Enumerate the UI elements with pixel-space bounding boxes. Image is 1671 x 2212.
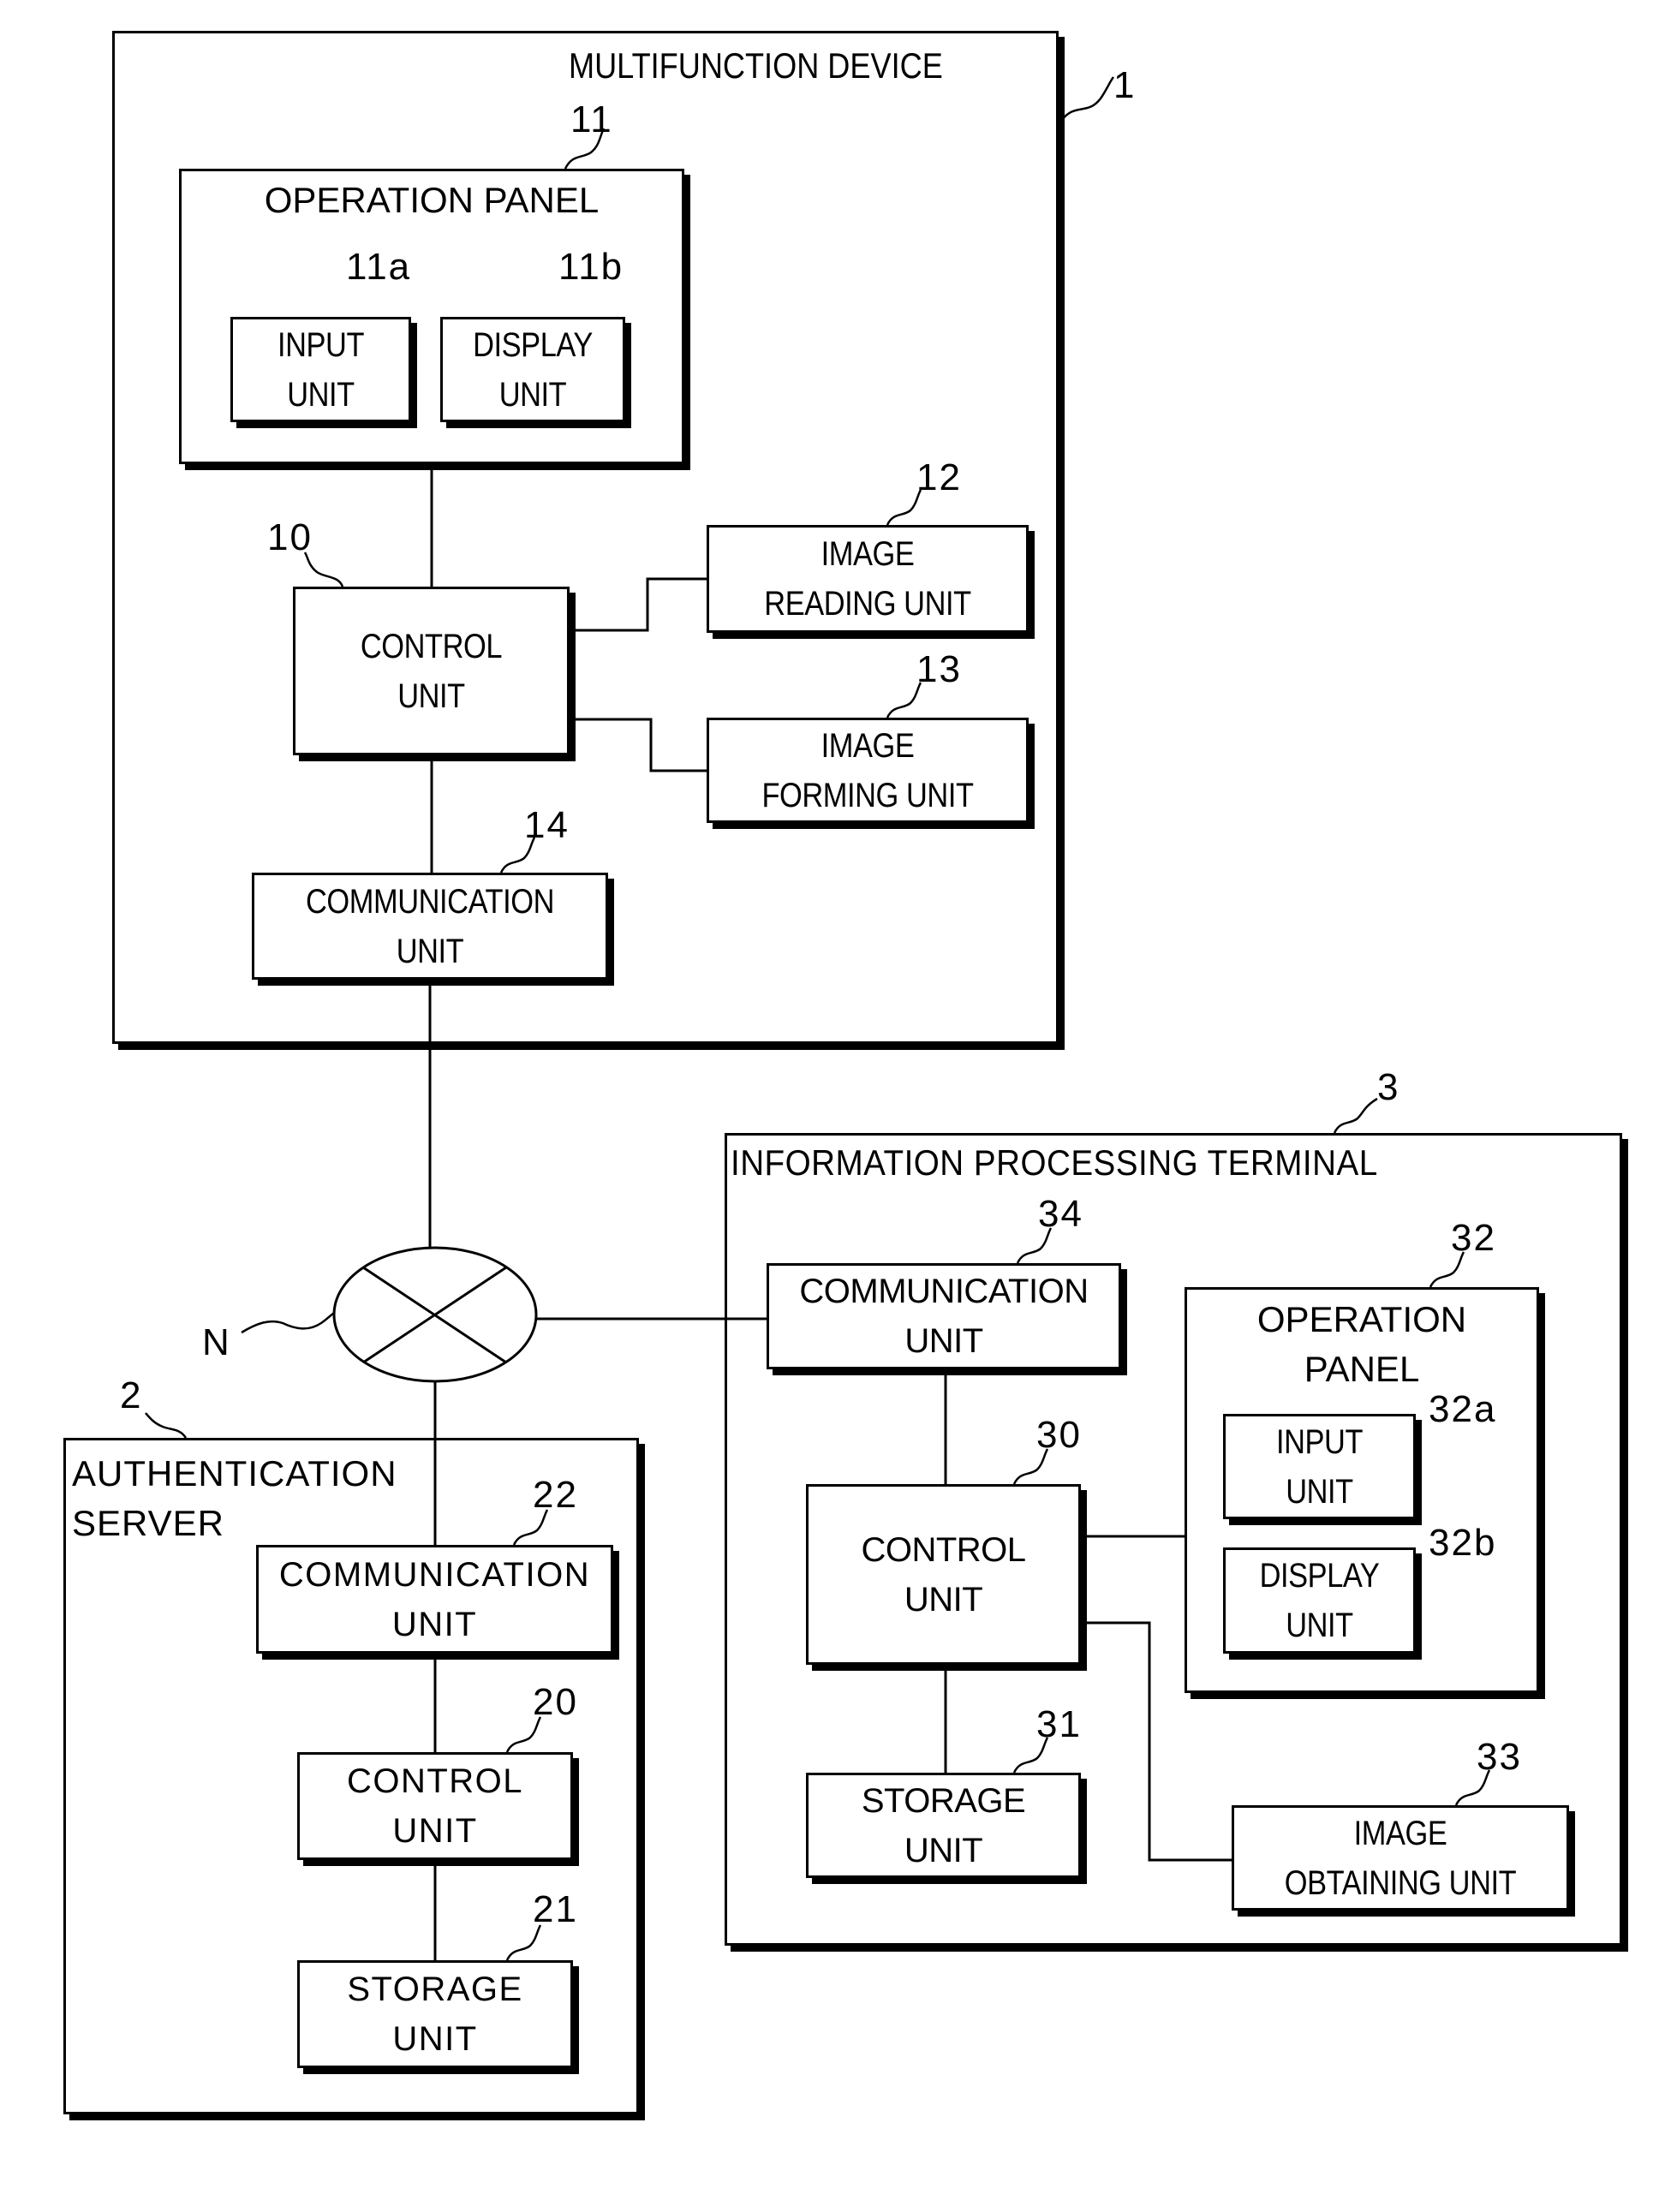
- ref-label-10: 10: [267, 516, 313, 558]
- ref-label-14: 14: [524, 804, 570, 846]
- input-unit-32a-label: INPUT UNIT: [1275, 1422, 1364, 1511]
- image-forming-unit-13: IMAGE FORMING UNIT: [707, 718, 1029, 823]
- image-forming-unit-13-label: IMAGE FORMING UNIT: [761, 726, 974, 814]
- information-processing-terminal-title: INFORMATION PROCESSING TERMINAL: [731, 1142, 1378, 1183]
- ref-label-32b: 32b: [1429, 1522, 1497, 1564]
- ref-label-32a: 32a: [1429, 1388, 1497, 1430]
- ref-label-22: 22: [533, 1474, 578, 1516]
- ref-label-31: 31: [1036, 1703, 1082, 1745]
- ref-label-33: 33: [1477, 1736, 1522, 1778]
- image-reading-unit-12-label: IMAGE READING UNIT: [764, 535, 971, 623]
- operation-panel-11-title: OPERATION PANEL: [264, 180, 600, 220]
- ref-label-2: 2: [120, 1374, 143, 1416]
- ref-label-1: 1: [1113, 64, 1137, 106]
- input-unit-11a-label: INPUT UNIT: [277, 325, 365, 414]
- multifunction-device-title: MULTIFUNCTION DEVICE: [569, 45, 943, 86]
- communication-unit-34: COMMUNICATION UNIT: [767, 1263, 1121, 1369]
- leader-2: [145, 1412, 188, 1439]
- operation-panel-32-title: OPERATION PANEL: [1256, 1299, 1467, 1389]
- display-unit-32b: DISPLAY UNIT: [1223, 1547, 1416, 1654]
- ref-label-11: 11: [570, 98, 613, 140]
- communication-unit-22-label: COMMUNICATION UNIT: [278, 1555, 591, 1643]
- leader-1: [1061, 76, 1115, 121]
- ref-label-11b: 11b: [558, 246, 624, 288]
- authentication-server-title: AUTHENTICATION SERVER: [72, 1453, 397, 1543]
- ref-label-21: 21: [533, 1888, 578, 1930]
- leader-3: [1333, 1097, 1378, 1134]
- control-unit-30-label: CONTROL UNIT: [861, 1530, 1026, 1619]
- ref-label-20: 20: [533, 1681, 578, 1723]
- communication-unit-14: COMMUNICATION UNIT: [252, 873, 608, 980]
- display-unit-11b-label: DISPLAY UNIT: [473, 325, 593, 414]
- communication-unit-14-label: COMMUNICATION UNIT: [306, 882, 554, 970]
- control-unit-10-label: CONTROL UNIT: [360, 627, 503, 715]
- ref-label-12: 12: [916, 456, 962, 498]
- control-unit-20-label: CONTROL UNIT: [346, 1762, 524, 1850]
- display-unit-11b: DISPLAY UNIT: [440, 317, 625, 422]
- ref-label-32: 32: [1451, 1217, 1496, 1259]
- control-unit-30: CONTROL UNIT: [806, 1484, 1081, 1665]
- control-unit-20: CONTROL UNIT: [297, 1752, 573, 1860]
- input-unit-32a: INPUT UNIT: [1223, 1414, 1416, 1519]
- control-unit-10: CONTROL UNIT: [293, 587, 570, 755]
- ref-label-3: 3: [1377, 1066, 1400, 1108]
- image-obtaining-unit-33-label: IMAGE OBTAINING UNIT: [1284, 1814, 1517, 1902]
- ref-label-11a: 11a: [346, 246, 412, 288]
- diagram-canvas: MULTIFUNCTION DEVICE 1 OPERATION PANEL 1…: [0, 0, 1671, 2212]
- communication-unit-22: COMMUNICATION UNIT: [256, 1545, 613, 1654]
- image-reading-unit-12: IMAGE READING UNIT: [707, 525, 1029, 633]
- network-node: [332, 1246, 538, 1383]
- leader-N: [241, 1312, 335, 1334]
- ref-label-13: 13: [916, 648, 962, 690]
- display-unit-32b-label: DISPLAY UNIT: [1259, 1557, 1380, 1644]
- ref-label-34: 34: [1038, 1193, 1083, 1235]
- communication-unit-34-label: COMMUNICATION UNIT: [799, 1273, 1089, 1360]
- input-unit-11a: INPUT UNIT: [230, 317, 411, 422]
- network-cross-a: [362, 1266, 507, 1364]
- storage-unit-31-label: STORAGE UNIT: [861, 1781, 1026, 1869]
- storage-unit-31: STORAGE UNIT: [806, 1773, 1081, 1878]
- image-obtaining-unit-33: IMAGE OBTAINING UNIT: [1232, 1805, 1569, 1911]
- storage-unit-21-label: STORAGE UNIT: [347, 1971, 523, 2058]
- ref-label-30: 30: [1036, 1414, 1082, 1456]
- network-cross-b: [362, 1266, 507, 1364]
- storage-unit-21: STORAGE UNIT: [297, 1960, 573, 2068]
- network-label-N: N: [202, 1321, 230, 1363]
